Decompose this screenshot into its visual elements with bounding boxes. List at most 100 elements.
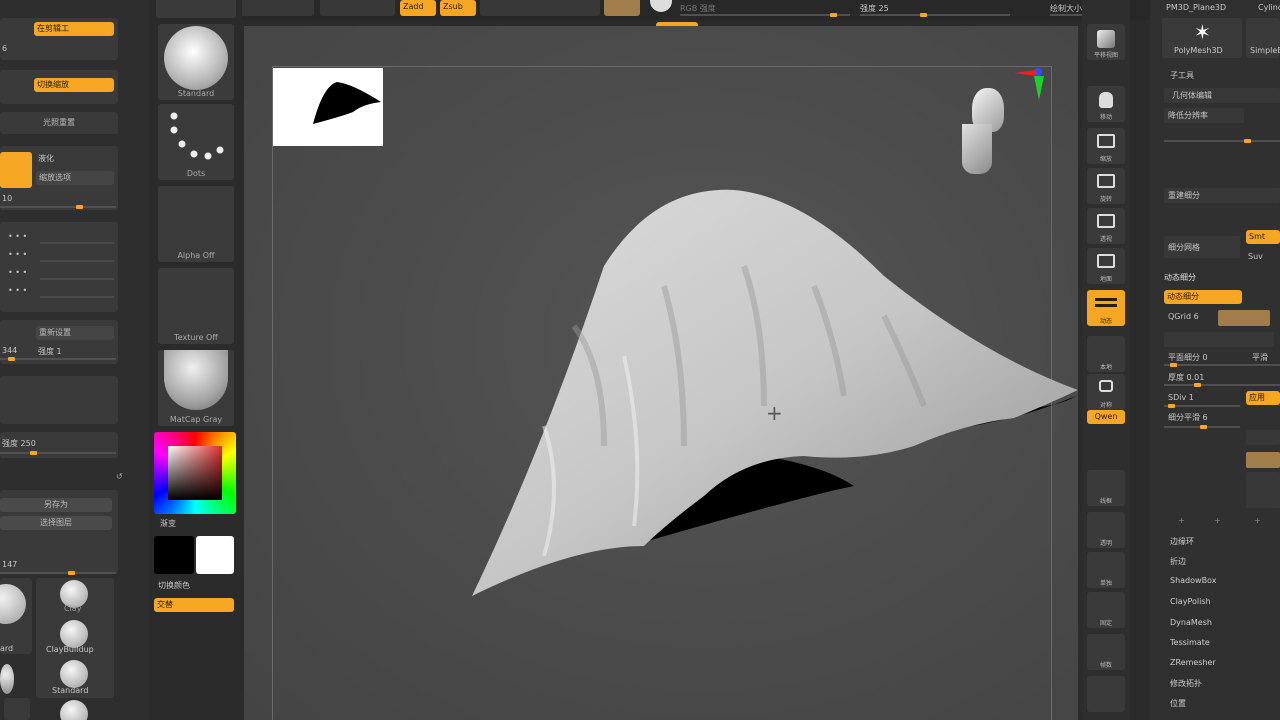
thickness-slider[interactable] (1164, 383, 1280, 387)
menu-item-shadowbox[interactable]: ShadowBox (1170, 576, 1216, 585)
shelf-button-11[interactable]: 固定 (1087, 592, 1125, 628)
brush-icon[interactable] (60, 700, 88, 720)
dynamic-subdiv-header[interactable]: 动态细分 (1164, 272, 1196, 283)
param-slider[interactable] (0, 451, 116, 455)
select-layer-button[interactable]: 选择图层 (0, 516, 112, 530)
brush-sphere-icon (0, 664, 14, 694)
zsub-button[interactable]: Zsub (440, 0, 476, 16)
smt-toggle[interactable]: Smt (1246, 230, 1280, 244)
param-slider[interactable] (0, 205, 116, 209)
menu-item-modify-topology[interactable]: 修改拓扑 (1170, 678, 1202, 689)
sdiv-label: SDiv 1 (1168, 393, 1194, 402)
scale-options-button[interactable]: 缩放选项 (36, 171, 114, 185)
primary-color-swatch[interactable] (154, 536, 194, 574)
stroke-tile[interactable]: Dots (158, 104, 234, 180)
sdiv-slider[interactable] (1164, 404, 1240, 408)
toolbar-segment (320, 0, 395, 16)
rgb-slider[interactable] (680, 13, 850, 17)
menu-item-position[interactable]: 位置 (1170, 698, 1186, 709)
reconstruct-button[interactable]: 重建细分 (1164, 188, 1280, 203)
value-label: 强度 1 (38, 347, 62, 356)
menu-item-tessimate[interactable]: Tessimate (1170, 638, 1210, 647)
option-toggle[interactable] (1246, 430, 1280, 445)
color-square[interactable] (168, 446, 222, 500)
panel-group (0, 376, 118, 424)
apply-button[interactable]: 应用 (1246, 391, 1280, 405)
param-slider[interactable] (0, 571, 116, 575)
zoom-toggle-button[interactable]: 切换缩放 (34, 78, 114, 92)
shelf-button-5[interactable]: 地面 (1087, 248, 1125, 284)
sphere-icon[interactable] (650, 0, 672, 12)
flat-slider[interactable] (1164, 363, 1280, 367)
tile-caption: Standard (177, 89, 215, 98)
shelf-button-8[interactable]: 线框 (1087, 470, 1125, 506)
shelf-button-1[interactable]: 移动 (1087, 86, 1125, 122)
qgrid-slider[interactable] (1218, 310, 1270, 326)
shelf-button-4[interactable]: 透视 (1087, 208, 1125, 244)
flat-subdiv-label: 平面细分 0 (1168, 353, 1208, 362)
tile-caption: Alpha Off (177, 251, 215, 260)
claybuildup-brush-icon[interactable] (60, 620, 88, 648)
standard-brush-tile[interactable]: Standard (158, 24, 234, 100)
alternate-button[interactable]: 交替 (154, 598, 234, 612)
subdiv-slider[interactable] (1164, 139, 1280, 143)
zadd-button[interactable]: Zadd (400, 0, 436, 16)
tool-name[interactable]: Cylinder (1258, 3, 1280, 12)
light-reset-button[interactable]: 光照重置 (0, 112, 118, 134)
menu-item-claypolish[interactable]: ClayPolish (1170, 597, 1211, 606)
active-brush-swatch[interactable] (0, 152, 32, 188)
coverage-row[interactable] (1164, 332, 1274, 347)
suv-toggle[interactable]: Suv (1248, 252, 1263, 261)
menu-item-crease[interactable]: 折边 (1170, 556, 1186, 567)
shelf-button-10[interactable]: 单独 (1087, 552, 1125, 588)
shelf-button-9[interactable]: 透明 (1087, 512, 1125, 548)
brush-tile[interactable] (4, 698, 30, 720)
save-as-button[interactable]: 另存为 (0, 498, 112, 512)
star-icon: ✶ (1194, 20, 1211, 44)
geometry-header[interactable]: 几何体编辑 (1164, 88, 1280, 103)
simple-brush-tile[interactable]: SimpleB (1246, 18, 1280, 58)
color-picker[interactable] (154, 432, 236, 514)
secondary-color-swatch[interactable] (196, 536, 234, 574)
menu-item-edge-loop[interactable]: 边缘环 (1170, 536, 1194, 547)
divide-button[interactable]: 细分网格 (1164, 236, 1240, 258)
shelf-button-12[interactable]: 帧数 (1087, 634, 1125, 670)
shelf-button-3[interactable]: 旋转 (1087, 168, 1125, 204)
smooth-label: 液化 (38, 154, 54, 163)
polymesh-tile[interactable]: ✶ PolyMesh3D (1162, 18, 1242, 58)
smooth-subdiv-slider[interactable] (1164, 425, 1240, 429)
redo-settings-button[interactable]: 重新设置 (36, 326, 114, 340)
matcap-sphere-icon (164, 350, 228, 410)
menu-item-zremesher[interactable]: ZRemesher (1170, 658, 1216, 667)
alpha-tile[interactable]: Alpha Off (158, 186, 234, 262)
menu-item-dynamesh[interactable]: DynaMesh (1170, 618, 1212, 627)
tool-name[interactable]: PM3D_Plane3D (1166, 3, 1226, 12)
lower-res-button[interactable]: 降低分辨率 (1164, 108, 1244, 123)
shelf-button-13[interactable] (1087, 676, 1125, 712)
cloth-model[interactable]: + (244, 26, 1078, 720)
dynamic-shelf-button[interactable]: 动态 (1087, 290, 1125, 326)
rgb-intensity-label: RGB 强度 (680, 4, 716, 13)
material-tile[interactable]: MatCap Gray (158, 350, 234, 426)
texture-tile[interactable]: Texture Off (158, 268, 234, 344)
color-swatch[interactable] (604, 0, 640, 16)
gradient-label: 渐变 (160, 519, 176, 528)
param-slider[interactable] (0, 357, 116, 361)
qwen-button[interactable]: Qwen (1087, 410, 1125, 424)
clip-button[interactable]: 在剪辑工 (34, 22, 114, 36)
toolbar-segment (238, 0, 314, 16)
lock-icon[interactable]: 对称 (1087, 374, 1125, 410)
option-slider[interactable] (1246, 452, 1280, 468)
switch-color-label[interactable]: 切换颜色 (158, 580, 190, 591)
dynamic-subdiv-button[interactable]: 动态细分 (1164, 290, 1242, 304)
shelf-button-6[interactable]: 本地 (1087, 336, 1125, 372)
shelf-button-2[interactable]: 缩放 (1087, 128, 1125, 164)
document-viewport[interactable]: + (244, 26, 1078, 720)
standard-brush-icon[interactable] (60, 660, 88, 688)
left-panel: 在剪辑工 6 切换缩放 光照重置 液化 缩放选项 10 • • • • • • … (0, 0, 150, 720)
subtool-label[interactable]: 子工具 (1170, 70, 1194, 81)
focal-slider[interactable] (860, 13, 1010, 17)
thickness-label: 厚度 0.01 (1168, 373, 1205, 382)
option-panel[interactable] (1246, 472, 1280, 508)
shelf-button-0[interactable]: 平移视图 (1087, 24, 1125, 60)
